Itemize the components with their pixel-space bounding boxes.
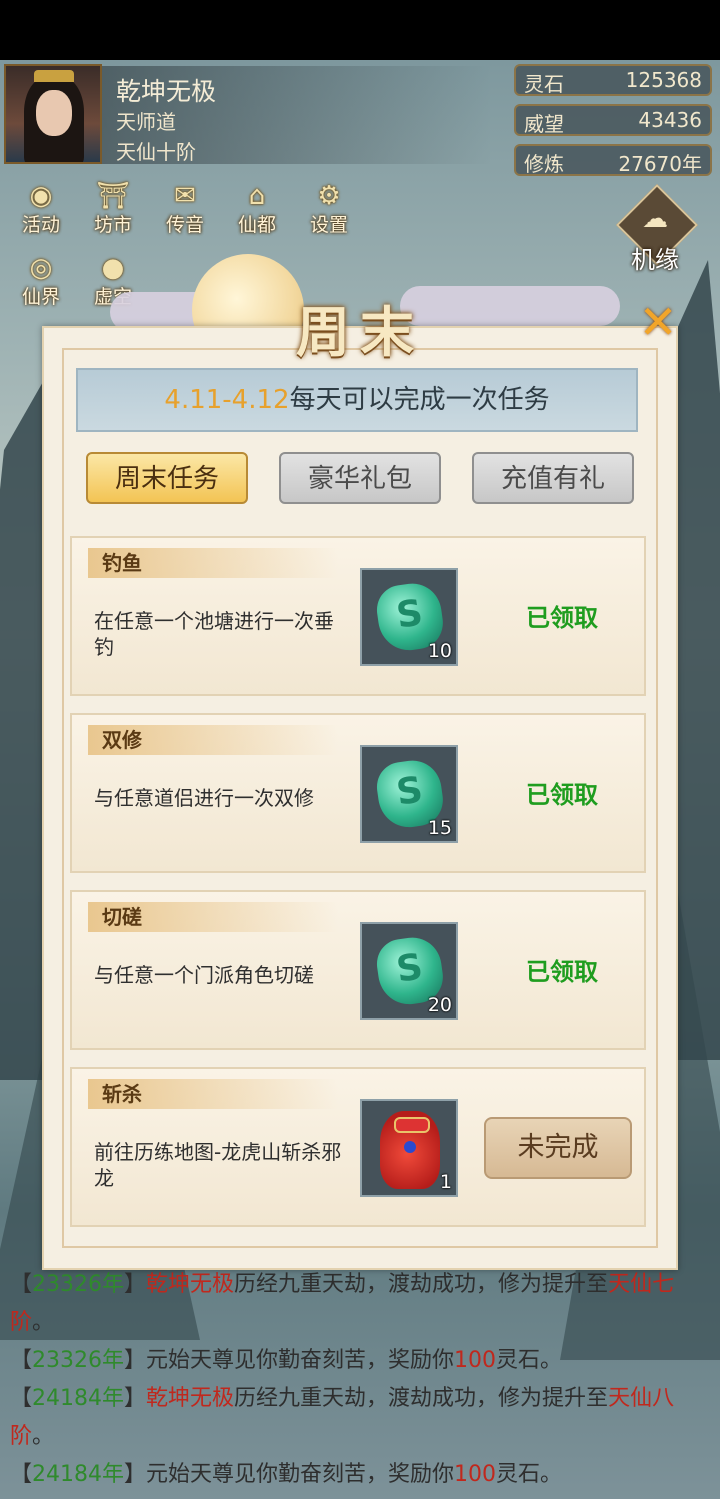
red-pouch-icon: [380, 1111, 440, 1189]
task-description: 在任意一个池塘进行一次垂钓: [94, 609, 334, 659]
task-card: 双修 与任意道侣进行一次双修 S 15 已领取: [70, 713, 646, 873]
gear-icon: ⚙: [317, 181, 341, 211]
reward-slot[interactable]: S 10: [360, 568, 458, 666]
banner-text: 每天可以完成一次任务: [289, 385, 550, 415]
task-name: 切磋: [88, 902, 338, 932]
task-card: 斩杀 前往历练地图-龙虎山斩杀邪龙 1 未完成: [70, 1067, 646, 1227]
task-name: 钓鱼: [88, 548, 338, 578]
task-description: 与任意道侣进行一次双修: [94, 786, 314, 810]
coin-icon: ◉: [29, 181, 53, 211]
log-entry: 【24184年】元始天尊见你勤奋刻苦，奖励你100灵石。: [10, 1462, 563, 1487]
log-entry: 【23326年】元始天尊见你勤奋刻苦，奖励你100灵石。: [10, 1348, 563, 1373]
tab-recharge-gift[interactable]: 充值有礼: [472, 452, 634, 504]
dialog-title: 周末: [296, 300, 424, 364]
reward-slot[interactable]: S 15: [360, 745, 458, 843]
status-claimed: 已领取: [526, 603, 598, 632]
status-bar: [0, 0, 720, 60]
task-name: 双修: [88, 725, 338, 755]
log-entry: 【24184年】乾坤无极历经九重天劫，渡劫成功，修为提升至天仙八阶。: [10, 1386, 675, 1449]
ring-icon: ◎: [29, 253, 53, 283]
task-card: 切磋 与任意一个门派角色切磋 S 20 已领取: [70, 890, 646, 1050]
status-claimed: 已领取: [526, 957, 598, 986]
menu-message[interactable]: ✉ 传音: [152, 178, 218, 238]
task-name: 斩杀: [88, 1079, 338, 1109]
swirl-icon: ☁: [642, 204, 668, 234]
player-sect: 天师道: [116, 110, 176, 134]
event-banner: 4.11-4.12每天可以完成一次任务: [76, 368, 638, 432]
menu-activity[interactable]: ◉ 活动: [8, 178, 74, 238]
status-claimed: 已领取: [526, 780, 598, 809]
task-description: 与任意一个门派角色切磋: [94, 963, 314, 987]
menu-market[interactable]: ⛩ 坊市: [80, 178, 146, 238]
tab-weekend-tasks[interactable]: 周末任务: [86, 452, 248, 504]
task-card: 钓鱼 在任意一个池塘进行一次垂钓 S 10 已领取: [70, 536, 646, 696]
menu-settings[interactable]: ⚙ 设置: [296, 178, 362, 238]
shop-icon: ⛩: [96, 181, 130, 211]
stat-prestige: 威望 43436: [514, 104, 712, 136]
banner-date: 4.11-4.12: [164, 385, 290, 415]
reward-count: 10: [427, 640, 452, 662]
pavilion-icon: ⌂: [248, 181, 266, 211]
envelope-icon: ✉: [174, 181, 196, 211]
reward-count: 20: [427, 994, 452, 1016]
menu-immortal-realm[interactable]: ◎ 仙界: [8, 250, 74, 310]
stat-spirit-stone: 灵石 125368: [514, 64, 712, 96]
reward-count: 15: [427, 817, 452, 839]
reward-slot[interactable]: 1: [360, 1099, 458, 1197]
stat-cultivation: 修炼 27670年: [514, 144, 712, 176]
close-icon[interactable]: ✕: [636, 299, 680, 345]
reward-slot[interactable]: S 20: [360, 922, 458, 1020]
opportunity-button[interactable]: ☁ 机缘: [615, 183, 699, 280]
menu-capital[interactable]: ⌂ 仙都: [224, 178, 290, 238]
avatar[interactable]: [4, 64, 102, 164]
tab-deluxe-pack[interactable]: 豪华礼包: [279, 452, 441, 504]
task-description: 前往历练地图-龙虎山斩杀邪龙: [94, 1140, 342, 1190]
player-rank: 天仙十阶: [116, 140, 196, 164]
planet-icon: ●: [101, 253, 125, 283]
reward-count: 1: [439, 1171, 452, 1193]
incomplete-button[interactable]: 未完成: [484, 1117, 632, 1179]
player-name: 乾坤无极: [116, 77, 217, 106]
event-log: 【23326年】乾坤无极历经九重天劫，渡劫成功，修为提升至天仙七阶。 【2332…: [10, 1266, 710, 1494]
log-entry: 【23326年】乾坤无极历经九重天劫，渡劫成功，修为提升至天仙七阶。: [10, 1272, 675, 1335]
